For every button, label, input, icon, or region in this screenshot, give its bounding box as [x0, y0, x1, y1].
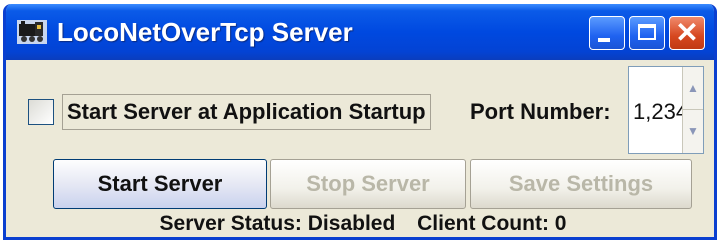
- start-server-button[interactable]: Start Server: [53, 159, 267, 209]
- maximize-icon: [638, 24, 656, 40]
- port-number-label: Port Number:: [470, 99, 611, 124]
- minimize-icon: [598, 38, 610, 42]
- server-status-text: Server Status: Disabled: [159, 212, 396, 235]
- spinner-arrows: ▲ ▼: [682, 67, 703, 153]
- locomotive-icon: [17, 20, 47, 44]
- status-bar: Server Status: Disabled Client Count: 0: [6, 211, 714, 237]
- close-button[interactable]: ✕: [669, 16, 705, 50]
- close-icon: ✕: [675, 17, 699, 48]
- port-number-spinner[interactable]: 1,234 ▲ ▼: [628, 66, 704, 154]
- stop-server-button[interactable]: Stop Server: [270, 159, 466, 209]
- save-settings-button[interactable]: Save Settings: [470, 159, 692, 209]
- maximize-button[interactable]: [629, 16, 665, 50]
- startup-checkbox-label[interactable]: Start Server at Application Startup: [62, 94, 431, 130]
- app-window: LocoNetOverTcp Server ✕ Start Server at …: [3, 4, 717, 240]
- spinner-up-icon[interactable]: ▲: [683, 67, 703, 110]
- minimize-button[interactable]: [589, 16, 625, 50]
- spinner-down-icon[interactable]: ▼: [683, 110, 703, 153]
- title-bar[interactable]: LocoNetOverTcp Server ✕: [6, 4, 714, 60]
- startup-checkbox[interactable]: [28, 99, 54, 125]
- client-count-text: Client Count: 0: [417, 212, 567, 235]
- window-title: LocoNetOverTcp Server: [57, 17, 353, 47]
